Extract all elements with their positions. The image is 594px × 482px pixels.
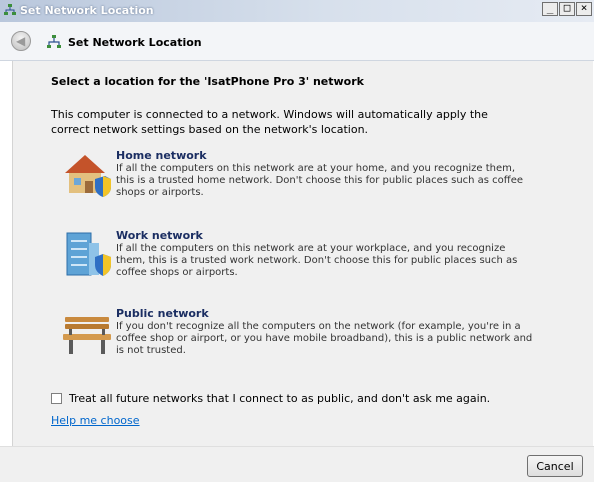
- content-area: Select a location for the 'IsatPhone Pro…: [12, 61, 593, 446]
- office-shield-icon: [66, 232, 111, 276]
- caption-buttons: _ □ ×: [541, 1, 592, 16]
- cancel-button[interactable]: Cancel: [527, 455, 583, 477]
- work-network-option[interactable]: Work network If all the computers on thi…: [61, 229, 541, 289]
- home-network-title: Home network: [116, 149, 207, 162]
- window-title: Set Network Location: [20, 4, 154, 17]
- house-shield-icon: [65, 155, 111, 197]
- treat-public-checkbox[interactable]: [51, 393, 62, 404]
- minimize-icon: _: [546, 1, 554, 14]
- title-bar[interactable]: Set Network Location _ □ ×: [0, 0, 594, 22]
- maximize-button[interactable]: □: [559, 1, 575, 16]
- help-me-choose-link[interactable]: Help me choose: [51, 414, 140, 427]
- footer-bar: Cancel: [0, 446, 594, 482]
- back-arrow-icon: ◀: [16, 34, 26, 48]
- public-network-description: If you don't recognize all the computers…: [116, 321, 533, 356]
- intro-text: This computer is connected to a network.…: [51, 108, 488, 136]
- navigation-bar: ◀ Set Network Location: [0, 22, 594, 61]
- page-title: Set Network Location: [68, 36, 202, 49]
- public-network-title: Public network: [116, 307, 209, 320]
- set-network-location-window: Set Network Location _ □ × ◀ Set Network…: [0, 0, 594, 482]
- public-network-option[interactable]: Public network If you don't recognize al…: [61, 307, 541, 367]
- home-network-description: If all the computers on this network are…: [116, 163, 523, 198]
- park-bench-icon: [63, 317, 111, 354]
- home-network-option[interactable]: Home network If all the computers on thi…: [61, 149, 541, 209]
- back-button[interactable]: ◀: [11, 31, 31, 51]
- work-network-description: If all the computers on this network are…: [116, 243, 518, 278]
- network-icon: [4, 4, 16, 15]
- work-network-title: Work network: [116, 229, 203, 242]
- minimize-button[interactable]: _: [542, 1, 558, 16]
- network-icon: [47, 35, 61, 48]
- close-button[interactable]: ×: [576, 1, 592, 16]
- treat-public-checkbox-label[interactable]: Treat all future networks that I connect…: [69, 392, 490, 405]
- page-heading: Select a location for the 'IsatPhone Pro…: [51, 75, 364, 88]
- maximize-icon: □: [563, 1, 571, 14]
- close-icon: ×: [580, 1, 588, 14]
